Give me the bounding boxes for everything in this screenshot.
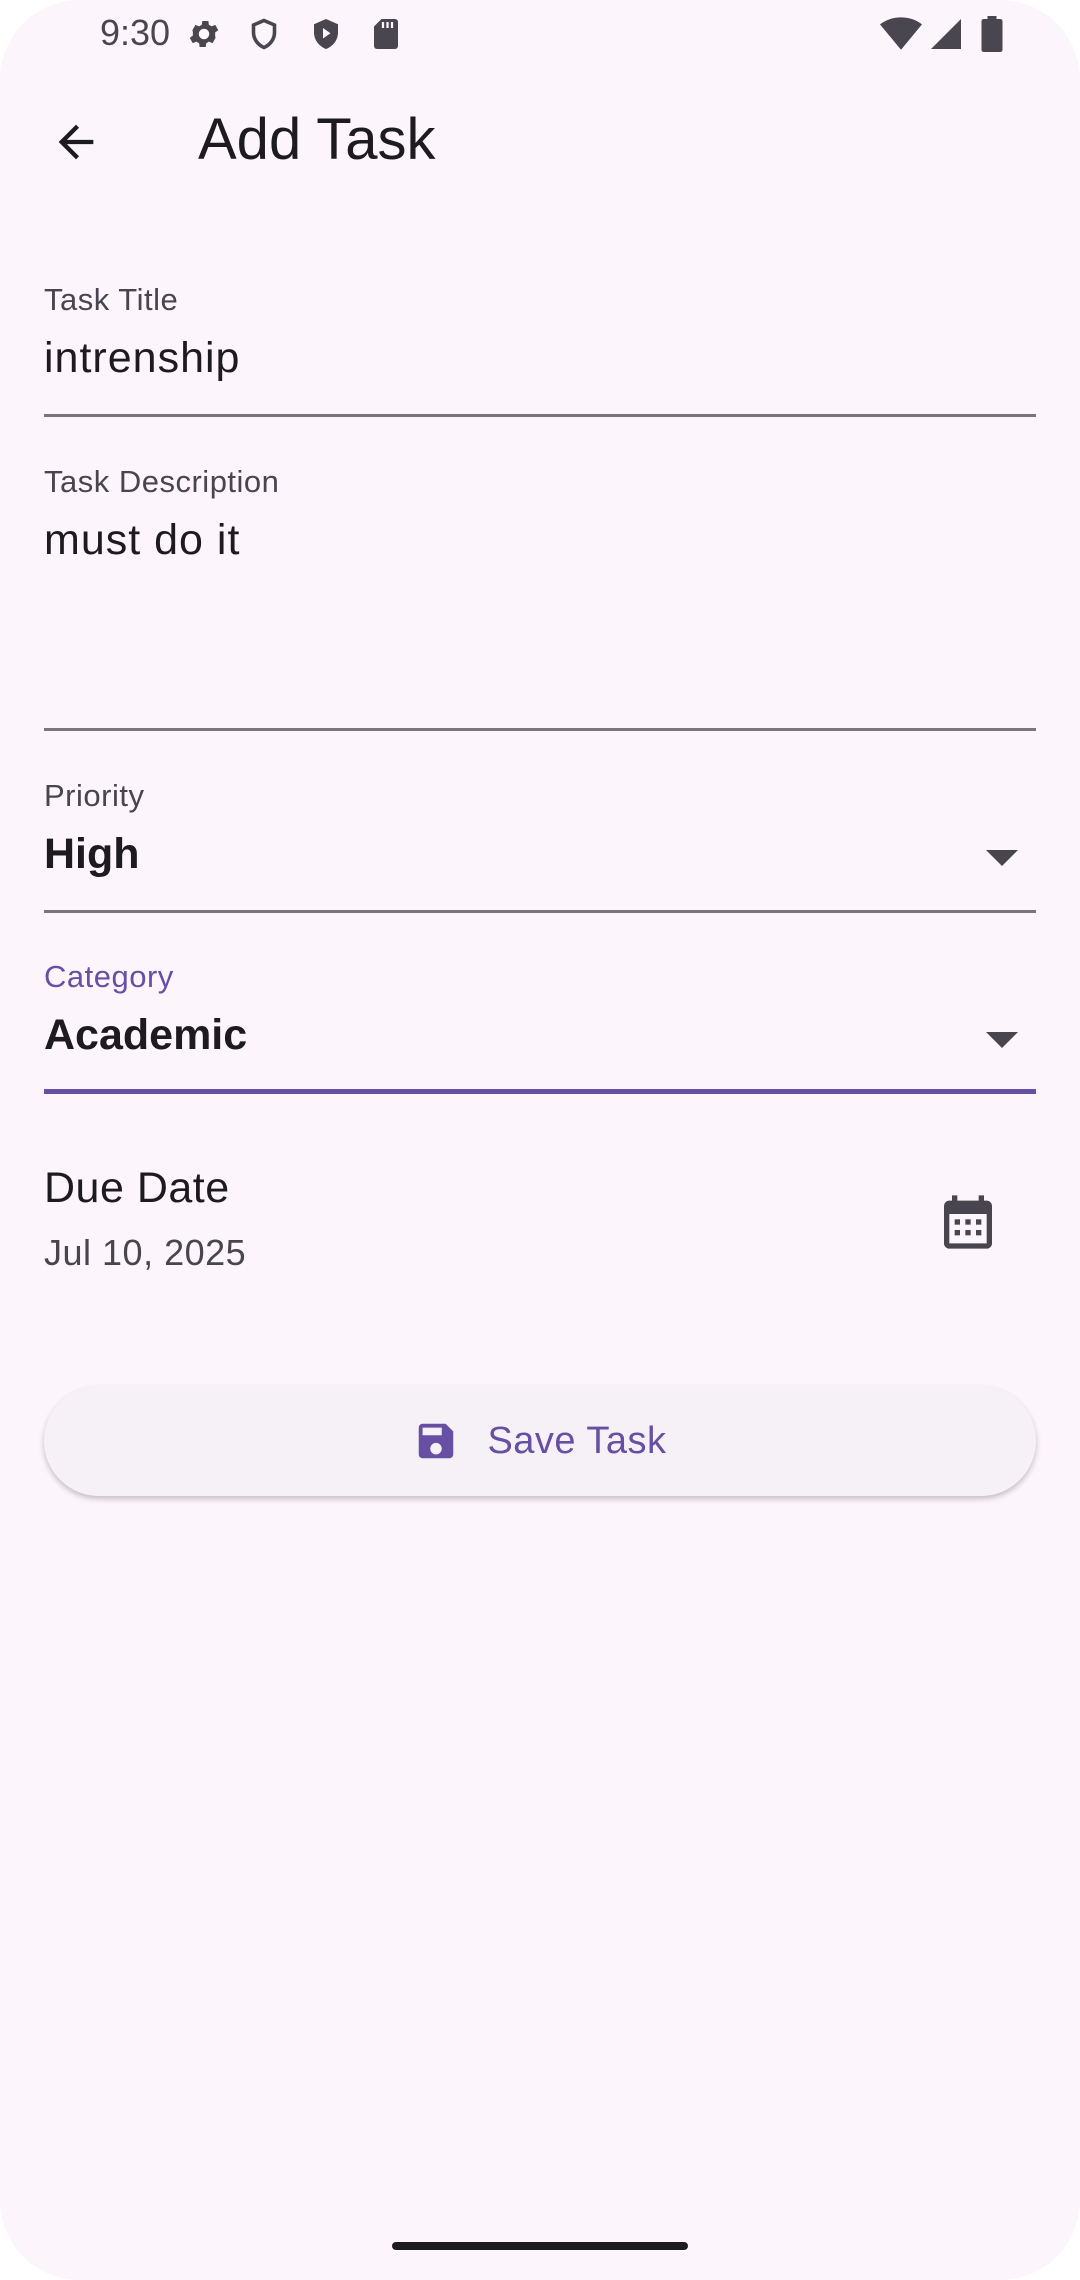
priority-underline — [44, 910, 1036, 913]
back-button[interactable] — [36, 102, 116, 182]
task-title-field[interactable]: Task Title intrenship — [44, 282, 1036, 418]
category-value[interactable]: Academic — [44, 1011, 1036, 1060]
battery-icon — [980, 16, 1004, 57]
arrow-back-icon — [58, 124, 94, 160]
wifi-icon — [880, 16, 922, 57]
screen: 9:30 Add Task Task Title intrenship Task… — [0, 0, 1080, 2280]
due-date-value: Jul 10, 2025 — [44, 1232, 247, 1273]
page-title: Add Task — [198, 107, 436, 172]
task-description-underline — [44, 728, 1036, 731]
gear-icon — [186, 16, 222, 57]
chevron-down-icon[interactable] — [986, 1032, 1018, 1048]
shield-icon — [246, 16, 282, 57]
save-task-label: Save Task — [487, 1419, 667, 1462]
category-dropdown[interactable]: Category Academic — [44, 959, 1036, 1095]
play-shield-icon — [308, 16, 344, 57]
home-indicator[interactable] — [392, 2242, 688, 2250]
save-icon — [419, 1423, 454, 1459]
calendar-icon — [944, 1195, 992, 1249]
category-label: Category — [44, 959, 174, 994]
task-description-input[interactable]: must do it — [44, 516, 1036, 565]
status-time: 9:30 — [100, 12, 171, 53]
task-title-label: Task Title — [44, 282, 179, 317]
sd-card-icon — [368, 16, 404, 57]
due-date-label: Due Date — [44, 1164, 230, 1212]
app-bar: Add Task — [0, 80, 1080, 200]
task-title-input[interactable]: intrenship — [44, 334, 1036, 383]
task-description-field[interactable]: Task Description must do it — [44, 464, 1036, 732]
priority-value[interactable]: High — [44, 830, 1036, 879]
save-task-button[interactable]: Save Task — [44, 1386, 1036, 1496]
task-title-underline — [44, 414, 1036, 417]
status-bar: 9:30 — [0, 0, 1080, 68]
priority-label: Priority — [44, 778, 145, 813]
priority-dropdown[interactable]: Priority High — [44, 778, 1036, 914]
category-underline — [44, 1089, 1036, 1094]
chevron-down-icon[interactable] — [986, 850, 1018, 866]
signal-icon — [928, 16, 964, 57]
task-description-label: Task Description — [44, 464, 280, 499]
calendar-button[interactable] — [936, 1190, 1000, 1254]
